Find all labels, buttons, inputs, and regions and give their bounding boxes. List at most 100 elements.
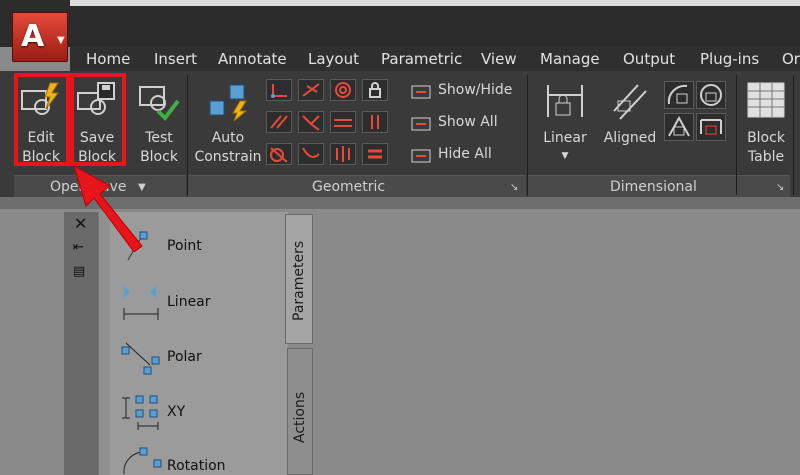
linear-dimension-button[interactable]: Linear ▼: [534, 75, 596, 167]
geometric-panel-label: Geometric: [312, 179, 386, 195]
perpendicular-constraint-button[interactable]: [298, 111, 324, 133]
concentric-icon: [335, 82, 351, 98]
hide-all-button[interactable]: Hide All: [410, 145, 520, 167]
red-pointer-arrow: [73, 164, 143, 252]
ribbon-tab-bar: Home Insert Annotate Layout Parametric V…: [70, 47, 800, 71]
polar-parameter-icon: [121, 342, 160, 375]
tab-actions[interactable]: Actions: [287, 348, 313, 475]
hide-all-icon: [411, 149, 431, 163]
tab-output[interactable]: Output: [623, 50, 675, 68]
aligned-dimension-icon: [613, 84, 647, 120]
radial-dimension-button[interactable]: [696, 81, 726, 109]
tangent-constraint-button[interactable]: [266, 143, 292, 165]
angular-dimension-button[interactable]: [664, 81, 694, 109]
tangent-icon: [270, 147, 288, 163]
application-menu-button[interactable]: A ▼: [12, 12, 68, 62]
auto-constrain-label-line1: Auto: [211, 130, 245, 146]
dialog-launcher-icon: ↘: [510, 182, 519, 193]
symmetric-constraint-button[interactable]: [330, 143, 356, 165]
geometric-panel-title[interactable]: Geometric ↘: [188, 175, 526, 197]
tab-parameters-label: Parameters: [291, 240, 307, 321]
show-hide-button[interactable]: Show/Hide: [410, 81, 520, 103]
horizontal-constraint-button[interactable]: [330, 111, 356, 133]
equal-constraint-button[interactable]: [362, 143, 388, 165]
panel-divider: [736, 75, 737, 195]
horizontal-icon: [334, 119, 352, 127]
collinear-constraint-button[interactable]: [298, 79, 324, 101]
block-table-button[interactable]: Block Table: [740, 75, 792, 167]
quick-access-toolbar: [70, 0, 800, 6]
equal-icon: [368, 149, 382, 159]
test-block-label-line1: Test: [145, 130, 173, 146]
block-table-icon: [747, 82, 785, 118]
linear-dimension-icon: [547, 85, 583, 117]
show-hide-label: Show/Hide: [438, 82, 513, 98]
vertical-constraint-button[interactable]: [362, 111, 388, 133]
concentric-constraint-button[interactable]: [330, 79, 356, 101]
auto-constrain-icon: [209, 84, 248, 121]
aligned-dimension-button[interactable]: Aligned: [598, 75, 662, 167]
tab-plug-ins[interactable]: Plug-ins: [700, 50, 759, 68]
block-table-label-line2: Table: [747, 149, 785, 165]
tab-home[interactable]: Home: [86, 50, 130, 68]
linear-parameter-icon: [123, 286, 159, 320]
polar-label: Polar: [167, 349, 202, 365]
parallel-constraint-button[interactable]: [266, 111, 292, 133]
test-block-button[interactable]: Test Block: [132, 75, 186, 167]
autocad-window: A ▼ Home Insert Annotate Layout Parametr…: [0, 0, 800, 475]
palette-item-xy[interactable]: XY: [118, 392, 278, 432]
block-table-label-line1: Block: [747, 130, 785, 146]
tab-view[interactable]: View: [481, 50, 517, 68]
smooth-constraint-button[interactable]: [298, 143, 324, 165]
smooth-icon: [302, 147, 320, 158]
parallel-icon: [270, 115, 288, 129]
tab-parametric[interactable]: Parametric: [381, 50, 462, 68]
test-block-icon: [139, 86, 180, 121]
auto-constrain-label-line2: Constrain: [194, 149, 262, 165]
tab-manage[interactable]: Manage: [540, 50, 600, 68]
properties-menu-icon[interactable]: ▤: [73, 264, 85, 279]
linear-param-label: Linear: [167, 294, 211, 310]
show-hide-icon: [411, 85, 431, 99]
hide-all-label: Hide All: [438, 146, 492, 162]
diameter-dimension-button[interactable]: [664, 113, 694, 141]
linear-dropdown-icon: ▼: [561, 151, 569, 161]
auto-constrain-button[interactable]: Auto Constrain: [192, 75, 264, 167]
convert-lock-icon: [700, 119, 722, 135]
edit-block-highlight: [14, 73, 70, 166]
aligned-label: Aligned: [603, 130, 657, 146]
coincident-constraint-button[interactable]: [266, 79, 292, 101]
diameter-lock-icon: [668, 115, 690, 137]
perpendicular-icon: [302, 115, 320, 131]
xy-label: XY: [167, 404, 186, 420]
tab-parameters[interactable]: Parameters: [285, 214, 313, 344]
palette-item-rotation[interactable]: Rotation: [118, 446, 278, 475]
xy-parameter-icon: [122, 395, 159, 430]
lock-icon: [369, 82, 381, 98]
tab-actions-label: Actions: [292, 391, 308, 443]
show-all-button[interactable]: Show All: [410, 113, 520, 135]
point-label: Point: [167, 238, 202, 254]
linear-label: Linear: [543, 130, 587, 146]
angular-lock-icon: [667, 84, 688, 105]
palette-item-polar[interactable]: Polar: [118, 337, 278, 377]
chevron-down-icon: ▼: [57, 35, 65, 46]
convert-dimension-button[interactable]: [696, 113, 726, 141]
vertical-icon: [371, 115, 379, 129]
fix-constraint-button[interactable]: [362, 79, 388, 101]
show-all-icon: [411, 117, 431, 131]
title-bar: [0, 0, 800, 47]
rotation-label: Rotation: [167, 458, 226, 474]
rotation-parameter-icon: [123, 447, 162, 475]
tab-layout[interactable]: Layout: [308, 50, 359, 68]
panel-divider: [793, 75, 794, 195]
save-block-highlight: [70, 73, 126, 166]
tab-insert[interactable]: Insert: [154, 50, 197, 68]
dimensional-panel-title[interactable]: Dimensional ↘: [528, 175, 790, 197]
autocad-logo-icon: A: [21, 19, 45, 54]
tab-online[interactable]: Or: [782, 50, 800, 68]
dialog-launcher-icon: ↘: [776, 182, 785, 193]
tab-annotate[interactable]: Annotate: [218, 50, 287, 68]
palette-item-linear[interactable]: Linear: [118, 282, 278, 322]
symmetric-icon: [336, 146, 350, 162]
